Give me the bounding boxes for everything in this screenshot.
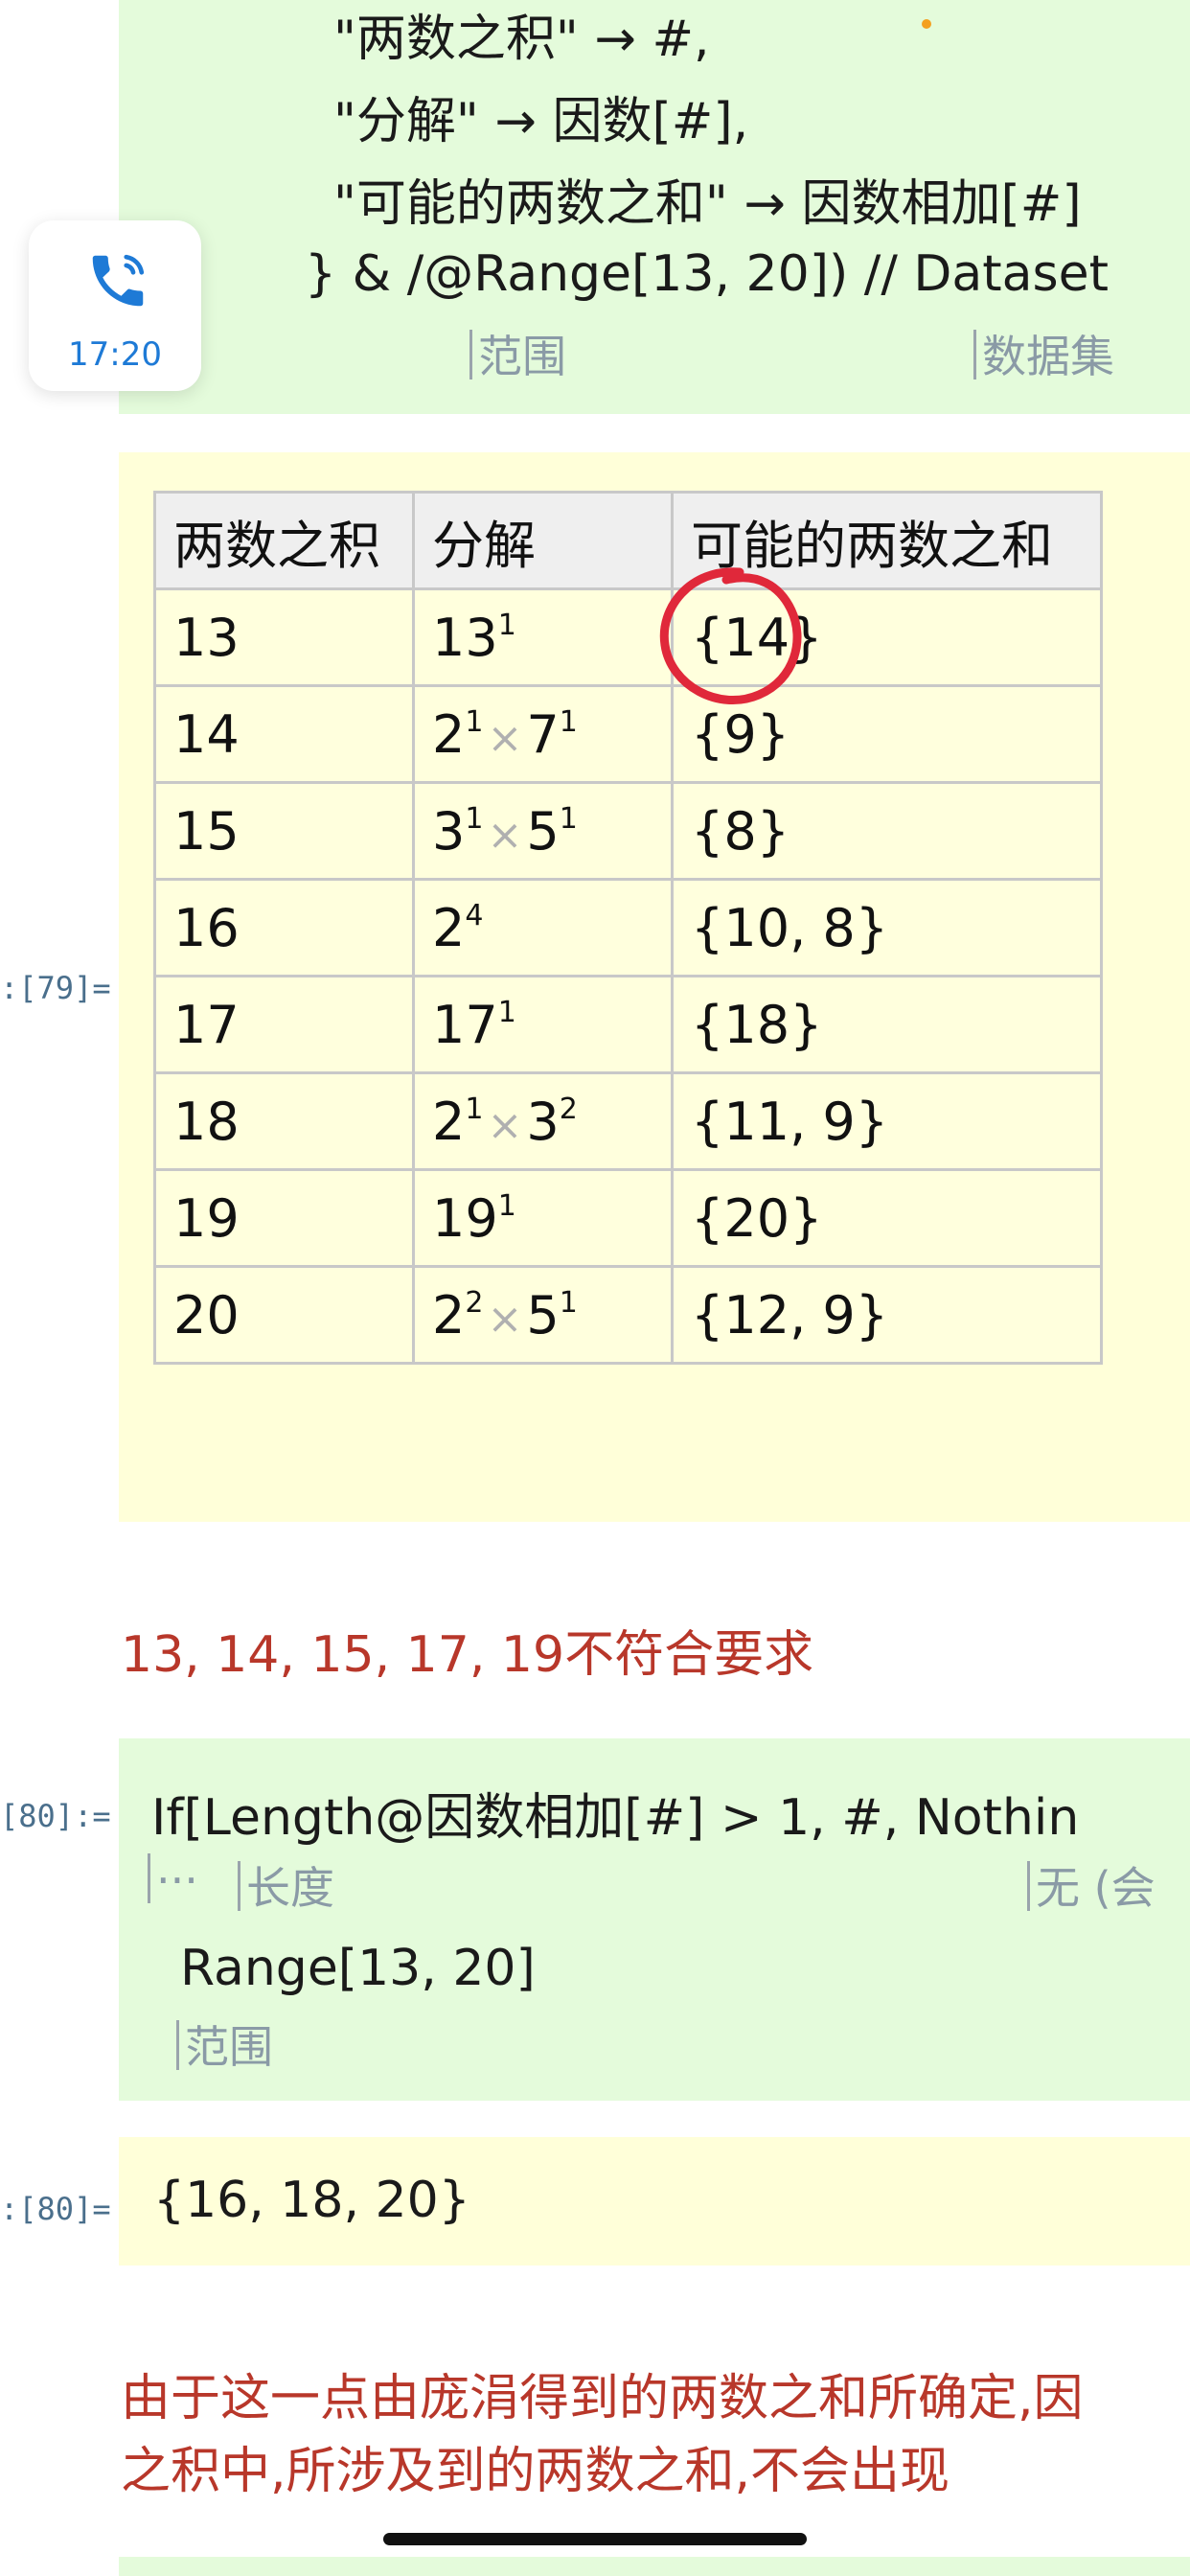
dataset-table: 两数之积 分解 可能的两数之和 13 131 {14} 14 21×71 {9} 15 31×… (153, 491, 1103, 1365)
cell-product: 14 (153, 684, 415, 784)
times-sign: × (487, 1100, 523, 1150)
factor-base: 7 (526, 703, 560, 765)
hint-dataset: 数据集 (973, 322, 1114, 385)
next-input-cell[interactable] (119, 2557, 1190, 2576)
factor-exponent: 1 (465, 801, 484, 836)
table-row: 19 191 {20} (153, 1168, 1103, 1268)
cell-factorization: 24 (412, 878, 674, 978)
factor-exponent: 1 (497, 608, 516, 642)
status-dot (922, 19, 931, 29)
factor-base: 17 (432, 994, 498, 1055)
code-range: Range[13, 20] (180, 1940, 536, 1997)
table-header-row: 两数之积 分解 可能的两数之和 (153, 491, 1103, 590)
code-if-length: If[Length@因数相加[#] > 1, #, Nothin (151, 1789, 1080, 1847)
factor-base: 19 (432, 1187, 498, 1249)
cell-product: 13 (153, 587, 415, 687)
times-sign: × (487, 810, 523, 860)
factor-base: 2 (432, 897, 466, 958)
code-line-factor: "分解" → 因数[#], (333, 93, 749, 150)
cell-factorization: 21×32 (412, 1071, 674, 1171)
factor-base: 2 (432, 703, 466, 765)
hint-length: 长度 (238, 1853, 334, 1917)
factor-exponent: 2 (465, 1285, 484, 1320)
table-row: 16 24 {10, 8} (153, 878, 1103, 978)
call-duration: 17:20 (68, 335, 162, 374)
cell-factorization: 131 (412, 587, 674, 687)
cell-product: 17 (153, 975, 415, 1074)
cell-possible-sums: {20} (671, 1168, 1103, 1268)
cell-possible-sums: {11, 9} (671, 1071, 1103, 1171)
factor-exponent: 2 (559, 1092, 578, 1126)
factor-exponent: 1 (497, 1188, 516, 1223)
note-invalid-products: 13, 14, 15, 17, 19不符合要求 (121, 1626, 814, 1684)
factor-base: 2 (432, 1284, 466, 1346)
header-product: 两数之积 (153, 491, 415, 590)
code-line-product: "两数之积" → #, (333, 11, 710, 68)
cell-factorization: 31×51 (412, 781, 674, 881)
hint-range-2: 范围 (176, 2012, 273, 2076)
output-label-79: :[79]= (0, 970, 111, 1006)
cell-possible-sums: {8} (671, 781, 1103, 881)
factor-base: 3 (432, 800, 466, 862)
table-row: 17 171 {18} (153, 975, 1103, 1074)
ongoing-call-badge[interactable]: 17:20 (29, 220, 201, 391)
factor-exponent: 1 (465, 704, 484, 739)
times-sign: × (487, 1294, 523, 1344)
cell-product: 20 (153, 1265, 415, 1365)
factor-exponent: 1 (465, 1092, 484, 1126)
factor-exponent: 1 (559, 1285, 578, 1320)
note-explanation-line2: 之积中,所涉及到的两数之和,不会出现 (121, 2443, 950, 2500)
input-label-80: [80]:= (0, 1798, 111, 1834)
output-value-80: {16, 18, 20} (153, 2172, 470, 2229)
output-label-80: :[80]= (0, 2191, 111, 2227)
hint-range: 范围 (469, 322, 566, 385)
factor-base: 2 (432, 1091, 466, 1152)
note-explanation-line1: 由于这一点由庞涓得到的两数之和所确定,因 (121, 2370, 1084, 2427)
cell-factorization: 21×71 (412, 684, 674, 784)
cell-factorization: 171 (412, 975, 674, 1074)
times-sign: × (487, 713, 523, 763)
factor-base: 13 (432, 607, 498, 668)
cell-product: 15 (153, 781, 415, 881)
factor-exponent: 1 (497, 995, 516, 1029)
phone-icon (92, 254, 145, 307)
factor-base: 5 (526, 800, 560, 862)
cell-factorization: 22×51 (412, 1265, 674, 1365)
cell-possible-sums: {18} (671, 975, 1103, 1074)
factor-base: 3 (526, 1091, 560, 1152)
factor-base: 5 (526, 1284, 560, 1346)
hint-ellipsis: ··· (148, 1853, 198, 1906)
cell-product: 16 (153, 878, 415, 978)
annotation-circle (659, 567, 802, 705)
table-row: 14 21×71 {9} (153, 684, 1103, 784)
table-row: 18 21×32 {11, 9} (153, 1071, 1103, 1171)
table-row: 13 131 {14} (153, 587, 1103, 687)
header-factorization: 分解 (412, 491, 674, 590)
cell-factorization: 191 (412, 1168, 674, 1268)
table-row: 20 22×51 {12, 9} (153, 1265, 1103, 1365)
home-indicator[interactable] (383, 2533, 807, 2545)
cell-possible-sums: {10, 8} (671, 878, 1103, 978)
code-line-sum: "可能的两数之和" → 因数相加[#] (333, 175, 1082, 233)
code-line-range-dataset: } & /@Range[13, 20]) // Dataset (305, 245, 1110, 303)
factor-exponent: 1 (559, 704, 578, 739)
table-row: 15 31×51 {8} (153, 781, 1103, 881)
cell-product: 18 (153, 1071, 415, 1171)
cell-product: 19 (153, 1168, 415, 1268)
cell-possible-sums: {12, 9} (671, 1265, 1103, 1365)
hint-nothing: 无 (会 (1027, 1853, 1156, 1917)
factor-exponent: 4 (465, 898, 484, 932)
factor-exponent: 1 (559, 801, 578, 836)
